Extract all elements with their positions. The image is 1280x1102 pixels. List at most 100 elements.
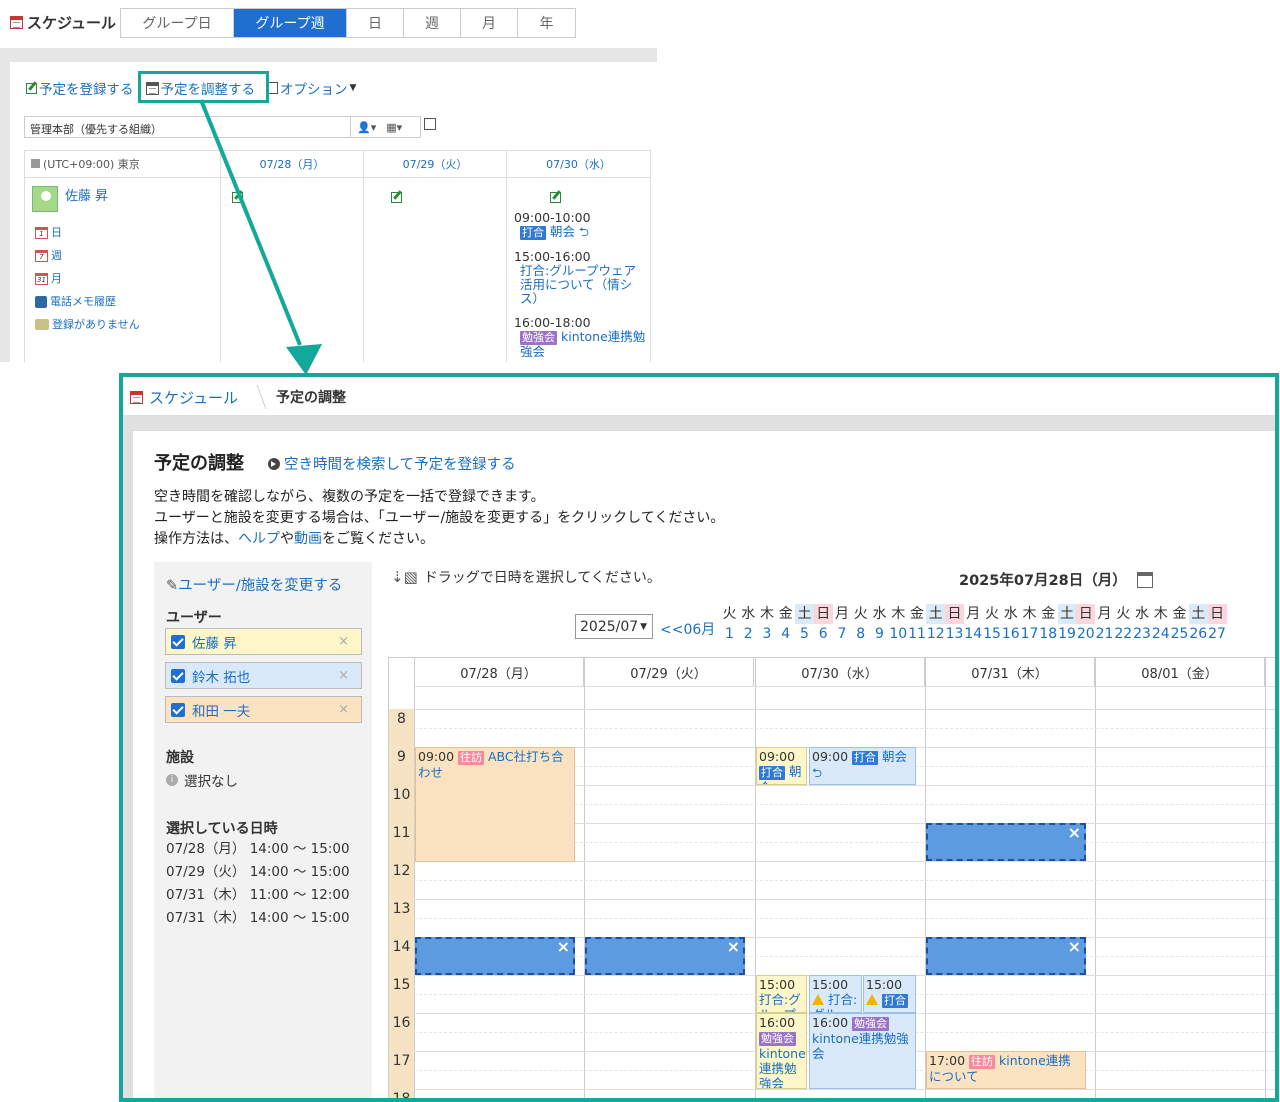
link-presence[interactable]: 登録がありません (35, 313, 140, 336)
tab-year[interactable]: 年 (518, 9, 575, 37)
day-header[interactable]: 07/31（木） (925, 658, 1095, 686)
calendar-event[interactable]: 09:00 打合 朝会⮌ (809, 747, 916, 785)
strip-day[interactable]: 金 25 (1170, 604, 1189, 644)
strip-day[interactable]: 土 19 (1057, 604, 1077, 644)
close-icon[interactable]: × (1068, 937, 1081, 956)
event-item[interactable]: 打合:グループウェア活用について（情シス） (514, 264, 648, 306)
strip-day[interactable]: 金4 (776, 604, 795, 644)
day-header[interactable]: 07/30（水） (755, 658, 925, 686)
calendar-event[interactable]: 17:00 往訪 kintone連携について (926, 1051, 1086, 1089)
divider (123, 431, 133, 1098)
copy-icon[interactable] (424, 118, 436, 130)
tab-month[interactable]: 月 (461, 9, 518, 37)
strip-day[interactable]: 金 18 (1039, 604, 1058, 644)
user-chip[interactable]: 鈴木 拓也 × (165, 662, 362, 689)
breadcrumb-root[interactable]: スケジュール (149, 387, 238, 408)
day-header[interactable]: 07/28（月） (414, 658, 584, 686)
calendar-event[interactable]: 16:00 勉強会 kintone連携勉強会 (756, 1013, 807, 1089)
strip-day[interactable]: 水2 (739, 604, 758, 644)
tab-group-day[interactable]: グループ日 (121, 9, 234, 37)
checkbox[interactable] (171, 668, 185, 683)
strip-day[interactable]: 木3 (758, 604, 777, 644)
strip-day[interactable]: 火 15 (983, 604, 1002, 644)
event-item[interactable]: 打合 朝会 ⮌ (514, 225, 648, 240)
day-header[interactable]: 08/01（金） (1095, 658, 1265, 686)
strip-day[interactable]: 火8 (851, 604, 870, 644)
tab-week[interactable]: 週 (404, 9, 461, 37)
top-screenshot: スケジュール グループ日 グループ週 日 週 月 年 予定を登録する 予定を調整… (0, 0, 657, 362)
event-tag: 打合 (852, 751, 879, 765)
close-icon[interactable]: × (1068, 823, 1081, 842)
org-select[interactable]: 管理本部（優先する組織） (24, 116, 351, 138)
strip-date: 22 (1114, 626, 1133, 642)
remove-icon[interactable]: × (338, 668, 349, 683)
strip-weekday: 月 (1097, 606, 1112, 622)
strip-day[interactable]: 日 13 (945, 604, 964, 644)
close-icon[interactable]: × (727, 937, 740, 956)
strip-day[interactable]: 月 21 (1095, 604, 1114, 644)
calendar-event[interactable]: 15:00 打合 (863, 975, 916, 1013)
selected-heading: 選択している日時 (166, 821, 278, 837)
strip-day[interactable]: 木 24 (1151, 604, 1170, 644)
strip-day[interactable]: 月 14 (964, 604, 983, 644)
calendar-event[interactable]: 15:00 打合:グループ (756, 975, 807, 1013)
event-title: 打合:グループ (759, 992, 801, 1012)
search-free-time-link[interactable]: 空き時間を検索して予定を登録する (268, 453, 516, 474)
strip-day[interactable]: 金 11 (908, 604, 927, 644)
calendar-event[interactable]: 09:00 往訪 ABC社打ち合わせ (415, 747, 575, 862)
strip-day[interactable]: 日 20 (1076, 604, 1096, 644)
edit-icon (26, 82, 37, 94)
strip-day[interactable]: 土 26 (1188, 604, 1208, 644)
day-header[interactable]: 07/29（火） (364, 150, 506, 178)
strip-day[interactable]: 火1 (720, 604, 739, 644)
user-select-icon[interactable]: 👤▾ (357, 121, 376, 134)
strip-day[interactable]: 水9 (870, 604, 889, 644)
strip-day[interactable]: 月7 (833, 604, 852, 644)
day-header[interactable]: 07/28（月） (221, 150, 363, 178)
strip-day[interactable]: 水 16 (1001, 604, 1020, 644)
link-day[interactable]: 1日 (35, 221, 140, 244)
link-phone-memo[interactable]: 電話メモ履歴 (35, 290, 140, 313)
change-users-link[interactable]: ✎ユーザー/施設を変更する (166, 574, 342, 595)
selected-slot[interactable]: × (415, 937, 575, 975)
selected-slot[interactable]: × (926, 823, 1086, 861)
tab-group-week[interactable]: グループ週 (234, 9, 347, 37)
strip-day[interactable]: 日6 (813, 604, 833, 644)
strip-weekday: 土 (926, 604, 946, 624)
close-icon[interactable]: × (557, 937, 570, 956)
event-item[interactable]: 勉強会 kintone連携勉強会 (514, 330, 648, 359)
register-link[interactable]: 予定を登録する (26, 78, 134, 98)
add-event-icon[interactable] (391, 192, 403, 203)
calendar-event[interactable]: 09:00 打合 朝会⮌ (756, 747, 807, 785)
link-week[interactable]: 7週 (35, 244, 140, 267)
remove-icon[interactable]: × (338, 702, 349, 717)
strip-day[interactable]: 木 10 (889, 604, 908, 644)
hour-label: 8 (397, 711, 406, 727)
strip-day[interactable]: 火 22 (1114, 604, 1133, 644)
day-header[interactable]: 07/29（火） (584, 658, 754, 686)
user-name-link[interactable]: 佐藤 昇 (65, 185, 108, 204)
calendar-event[interactable]: 16:00 勉強会 kintone連携勉強会 (809, 1013, 916, 1089)
selected-slot[interactable]: × (585, 937, 745, 975)
add-event-icon[interactable] (550, 192, 562, 203)
video-link[interactable]: 動画 (294, 531, 322, 547)
day-header[interactable]: 07/30（水） (507, 150, 650, 178)
user-chip[interactable]: 和田 一夫 × (165, 696, 362, 723)
strip-day[interactable]: 木 17 (1020, 604, 1039, 644)
checkbox[interactable] (171, 702, 185, 717)
strip-day[interactable]: 日 27 (1207, 604, 1227, 644)
strip-day[interactable]: 土 12 (926, 604, 946, 644)
day-strip: 火 1 水 2 木 3 金 4 土 5 日 6 月 7 火 8 水 9 木 10 金 11 土 12 日 13 月 14 火 15 水 16 木… (123, 604, 1275, 644)
selected-slot[interactable]: × (926, 937, 1086, 975)
facility-select-icon[interactable]: ▦▾ (386, 121, 402, 134)
calendar-picker-icon[interactable] (1136, 571, 1153, 588)
link-month[interactable]: 31 月 (35, 267, 140, 290)
options-menu[interactable]: オプション ▼ (267, 78, 356, 98)
strip-day[interactable]: 土5 (795, 604, 814, 644)
add-event-icon[interactable] (232, 192, 243, 203)
help-link[interactable]: ヘルプ (238, 531, 280, 547)
strip-day[interactable]: 水 23 (1133, 604, 1152, 644)
calendar-event[interactable]: 15:00 打合:グループ (809, 975, 862, 1013)
strip-date: 3 (762, 626, 772, 642)
tab-day[interactable]: 日 (347, 9, 404, 37)
